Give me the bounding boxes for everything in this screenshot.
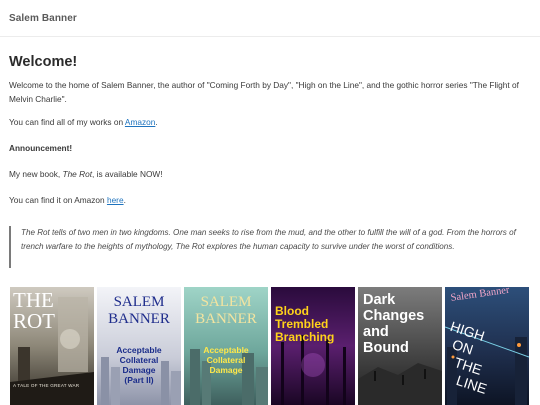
find-it-paragraph: You can find it on Amazon here.	[9, 194, 126, 208]
new-book-suffix: , is available NOW!	[92, 169, 163, 179]
site-title[interactable]: Salem Banner	[9, 13, 531, 24]
quote-title: The Rot	[21, 228, 50, 237]
cover-author-line-1: SALEM	[200, 294, 252, 310]
cover-title-line-3: Damage	[122, 365, 156, 375]
cover-title-line-1: Dark	[363, 292, 396, 308]
quote-end: explores the human capacity to survive u…	[204, 241, 455, 251]
find-it-suffix: .	[123, 195, 126, 205]
new-book-title: The Rot	[62, 169, 93, 179]
quote-title-2: The Rot	[175, 241, 205, 251]
intro-paragraph: Welcome to the home of Salem Banner, the…	[9, 80, 519, 104]
amazon-link[interactable]: Amazon	[125, 117, 155, 127]
cover-title-line-2: ROT	[13, 309, 55, 333]
book-cover-dark-changes-and-bound[interactable]: Dark Changes and Bound	[358, 287, 442, 405]
cover-title-line-4: Bound	[363, 340, 409, 356]
cover-title-line-2: Collateral	[206, 355, 246, 365]
book-cover-acceptable-collateral-damage[interactable]: SALEM BANNER Acceptable Collateral Damag…	[184, 287, 268, 405]
announcement-label: Announcement!	[9, 143, 73, 153]
works-paragraph: You can find all of my works on Amazon.	[9, 116, 158, 130]
site-header: Salem Banner	[0, 0, 540, 37]
new-book-prefix: My new book,	[9, 169, 63, 179]
cover-author-line-2: BANNER	[195, 311, 257, 327]
cover-title-line-3: Damage	[209, 365, 243, 375]
book-cover-high-on-the-line[interactable]: Salem Banner HIGH ON THE LINE	[445, 287, 529, 405]
new-book-paragraph: My new book, The Rot, is available NOW!	[9, 168, 163, 182]
cover-title-line-2: Changes	[363, 308, 425, 324]
cover-author-line-2: BANNER	[108, 311, 170, 327]
cover-author-line-1: SALEM	[113, 294, 165, 310]
cover-title-line-3: and	[363, 324, 389, 340]
book-cover-the-rot[interactable]: THE ROT A TALE OF THE GREAT WAR	[10, 287, 94, 405]
quote-text: The Rot tells of two men in two kingdoms…	[21, 226, 531, 253]
cover-title-line-1: Acceptable	[203, 345, 249, 355]
find-it-prefix: You can find it on Amazon	[9, 195, 107, 205]
cover-title-line-3: Branching	[275, 330, 335, 344]
book-gallery: THE ROT A TALE OF THE GREAT WAR SALEM BA…	[10, 287, 530, 405]
here-link[interactable]: here	[107, 195, 124, 205]
cover-title-line-2: Collateral	[119, 355, 159, 365]
works-prefix: You can find all of my works on	[9, 117, 125, 127]
book-blurb-quote: The Rot tells of two men in two kingdoms…	[9, 226, 531, 268]
book-cover-acceptable-collateral-damage-part-ii[interactable]: SALEM BANNER Acceptable Collateral Damag…	[97, 287, 181, 405]
cover-title-line-1: Acceptable	[116, 345, 162, 355]
cover-title-line-4: (Part II)	[124, 375, 154, 385]
welcome-heading: Welcome!	[9, 54, 78, 70]
cover-title-line-1: THE	[13, 288, 54, 312]
works-suffix: .	[155, 117, 158, 127]
main-content: Welcome! Welcome to the home of Salem Ba…	[9, 53, 531, 268]
cover-subtitle: A TALE OF THE GREAT WAR	[13, 383, 80, 388]
book-cover-blood-trembled-branching[interactable]: Blood Trembled Branching	[271, 287, 355, 405]
